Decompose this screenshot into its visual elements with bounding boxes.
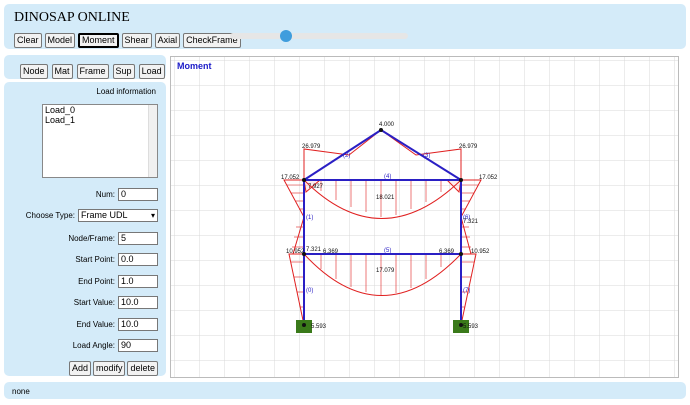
end-value-input[interactable]: 10.0 xyxy=(118,318,158,331)
tab-mat[interactable]: Mat xyxy=(51,64,73,79)
delete-button[interactable]: delete xyxy=(127,361,158,376)
node-frame-input[interactable]: 5 xyxy=(118,232,158,245)
left-joint-value: 17.052 xyxy=(281,175,300,181)
end-point-label: End Point: xyxy=(78,277,115,286)
frame-label: (3) xyxy=(423,153,430,159)
app-title: DINOSAP ONLINE xyxy=(14,10,130,25)
start-point-label: Start Point: xyxy=(75,255,115,264)
toolbar-buttons: Clear Model Moment Shear Axial CheckFram… xyxy=(14,33,241,48)
axial-button[interactable]: Axial xyxy=(154,33,181,48)
type-label: Choose Type: xyxy=(25,211,75,220)
tab-node[interactable]: Node xyxy=(20,64,48,79)
end-value-row: End Value: 10.0 xyxy=(76,318,158,331)
node-frame-row: Node/Frame: 5 xyxy=(68,232,158,245)
num-input[interactable]: 0 xyxy=(118,188,158,201)
status-text: none xyxy=(12,387,30,396)
modify-button[interactable]: modify xyxy=(92,361,126,376)
type-select-value: Frame UDL xyxy=(81,210,128,220)
scale-slider-thumb[interactable] xyxy=(280,30,292,42)
tab-frame[interactable]: Frame xyxy=(76,64,109,79)
node xyxy=(302,178,306,182)
moment-button[interactable]: Moment xyxy=(78,33,119,48)
node xyxy=(459,252,463,256)
apex-value: 4.000 xyxy=(379,122,395,128)
moment-canvas[interactable]: (0) (1) (2) (3) (4) (5) (6) (7) 4.000 26… xyxy=(170,56,679,378)
type-row: Choose Type: Frame UDL ▾ xyxy=(26,209,158,222)
right-lower-value: 10.952 xyxy=(471,249,490,255)
load-list-item[interactable]: Load_1 xyxy=(43,115,157,125)
end-point-input[interactable]: 1.0 xyxy=(118,275,158,288)
node xyxy=(302,323,306,327)
right-joint-value: 17.052 xyxy=(479,175,498,181)
scale-slider-track[interactable] xyxy=(230,33,408,39)
frame-label: (0) xyxy=(306,288,313,294)
start-value-label: Start Value: xyxy=(73,298,115,307)
frame-label: (1) xyxy=(306,215,313,221)
shear-button[interactable]: Shear xyxy=(121,33,152,48)
end-value-label: End Value: xyxy=(76,320,115,329)
top-toolbar-panel: DINOSAP ONLINE Clear Model Moment Shear … xyxy=(4,4,686,49)
right-top-value: 26.979 xyxy=(459,144,478,150)
load-angle-input[interactable]: 90 xyxy=(118,339,158,352)
load-list[interactable]: Load_0 Load_1 xyxy=(42,104,158,178)
start-value-input[interactable]: 10.0 xyxy=(118,296,158,309)
load-info-heading: Load information xyxy=(96,87,156,96)
start-point-input[interactable]: 0.0 xyxy=(118,253,158,266)
canvas-title: Moment xyxy=(177,61,212,71)
upper-beam-value: 18.021 xyxy=(376,195,395,201)
left-top-value: 26.979 xyxy=(302,144,321,150)
frame-label: (7) xyxy=(463,288,470,294)
model-button[interactable]: Model xyxy=(44,33,76,48)
status-bar: none xyxy=(4,382,686,399)
clear-button[interactable]: Clear xyxy=(14,33,42,48)
load-actions: Add modify delete xyxy=(68,361,158,376)
end-point-row: End Point: 1.0 xyxy=(78,275,158,288)
num-label: Num: xyxy=(95,190,115,199)
left-inner-value: 7.927 xyxy=(308,184,324,190)
tab-load[interactable]: Load xyxy=(138,64,165,79)
frame-label: (5) xyxy=(384,248,391,254)
num-row: Num: 0 xyxy=(96,188,158,201)
node xyxy=(459,178,463,182)
type-select[interactable]: Frame UDL ▾ xyxy=(78,209,158,222)
input-tabs-panel: Node Mat Frame Sup Load xyxy=(4,55,166,79)
add-button[interactable]: Add xyxy=(68,361,91,376)
left-lower-value: 10.952 xyxy=(286,249,305,255)
lower-right-inner-value: 6.369 xyxy=(439,249,455,255)
start-point-row: Start Point: 0.0 xyxy=(75,253,158,266)
node xyxy=(379,128,383,132)
lower-beam-value: 17.079 xyxy=(376,268,395,274)
left-mid-value: 7.321 xyxy=(306,247,322,253)
frame-label: (2) xyxy=(343,153,350,159)
chevron-down-icon: ▾ xyxy=(150,211,155,220)
base-right-value: 5.593 xyxy=(463,324,479,330)
frame-label: (4) xyxy=(384,174,391,180)
moment-diagram: (0) (1) (2) (3) (4) (5) (6) (7) 4.000 26… xyxy=(171,57,678,377)
load-list-item[interactable]: Load_0 xyxy=(43,105,157,115)
right-mid-value: 7.321 xyxy=(463,219,479,225)
load-panel: Load information Load_0 Load_1 Num: 0 Ch… xyxy=(4,82,166,376)
start-value-row: Start Value: 10.0 xyxy=(74,296,158,309)
load-angle-row: Load Angle: 90 xyxy=(73,339,158,352)
load-angle-label: Load Angle: xyxy=(72,341,115,350)
grid-background xyxy=(171,57,678,377)
lower-left-inner-value: 6.369 xyxy=(323,249,339,255)
load-list-scrollbar[interactable] xyxy=(148,105,157,177)
node-frame-label: Node/Frame: xyxy=(68,234,115,243)
base-left-value: 5.593 xyxy=(311,324,327,330)
tab-sup[interactable]: Sup xyxy=(112,64,135,79)
